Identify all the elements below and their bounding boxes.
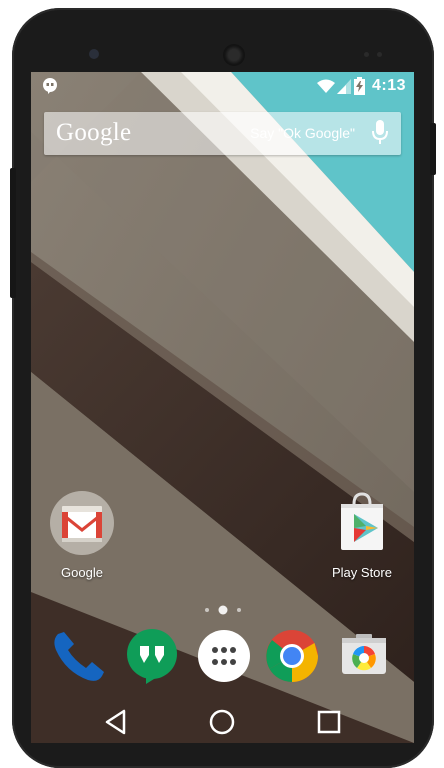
google-search-bar[interactable]: Google Say "Ok Google" <box>44 112 401 155</box>
power-button <box>430 123 436 175</box>
proximity-sensor <box>364 52 369 57</box>
phone-icon[interactable] <box>50 628 106 684</box>
back-icon[interactable] <box>105 709 127 735</box>
chrome-icon[interactable] <box>264 628 320 684</box>
battery-charging-icon <box>354 77 365 95</box>
earpiece-speaker <box>223 44 245 66</box>
voice-hint: Say "Ok Google" <box>250 125 355 141</box>
hangouts-notification-icon <box>43 78 57 94</box>
recents-icon[interactable] <box>317 710 341 734</box>
page-dot-current <box>218 605 227 615</box>
home-icon[interactable] <box>209 709 235 735</box>
mic-icon[interactable] <box>371 120 389 146</box>
status-time: 4:13 <box>371 77 406 94</box>
app-label: Play Store <box>332 565 392 580</box>
cell-signal-icon <box>337 79 351 94</box>
app-label: Google <box>61 565 103 580</box>
gmail-folder-icon <box>50 491 114 555</box>
page-indicator <box>31 602 414 615</box>
status-bar: 4:13 <box>31 72 414 100</box>
navigation-bar <box>31 700 414 743</box>
volume-rocker <box>10 168 16 298</box>
camera-icon[interactable] <box>336 628 392 684</box>
google-logo: Google <box>56 119 132 146</box>
home-screen: 4:13 Google Say "Ok Google" Google Play … <box>31 72 414 743</box>
app-drawer-icon[interactable] <box>196 628 252 684</box>
app-play-store[interactable]: Play Store <box>322 490 402 580</box>
play-store-icon <box>341 492 383 550</box>
front-camera <box>89 49 99 59</box>
page-dot <box>204 608 209 612</box>
light-sensor <box>377 52 382 57</box>
app-google[interactable]: Google <box>42 490 122 580</box>
wifi-icon <box>317 79 335 93</box>
page-dot <box>236 608 241 612</box>
hangouts-icon[interactable] <box>124 628 180 684</box>
